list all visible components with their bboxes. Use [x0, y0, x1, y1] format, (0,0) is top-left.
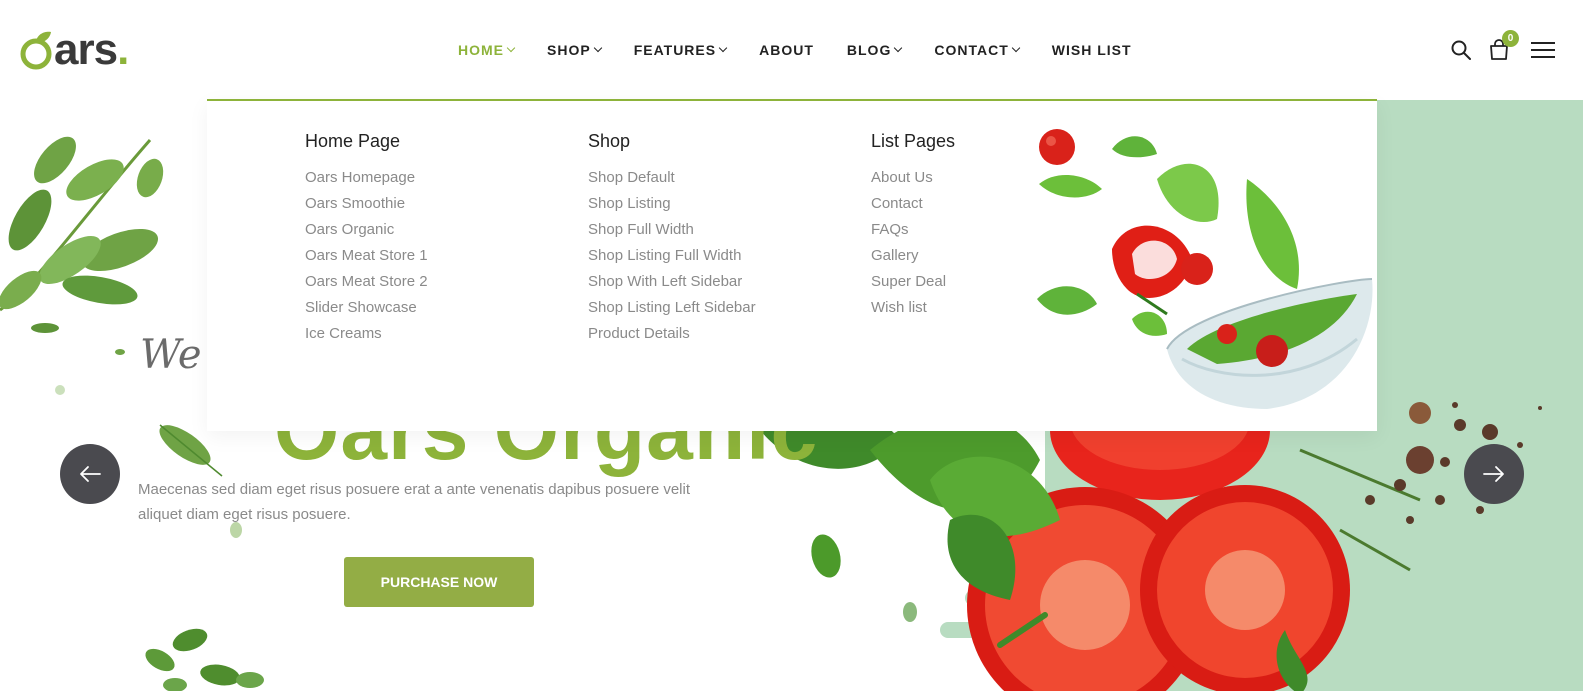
mega-col-home-page: Home Page Oars Homepage Oars Smoothie Oa…: [305, 131, 428, 347]
hamburger-menu-icon[interactable]: [1531, 38, 1555, 62]
logo[interactable]: ars.: [20, 25, 129, 74]
arrow-left-icon: [80, 466, 101, 482]
slider-prev-button[interactable]: [60, 444, 120, 504]
search-icon[interactable]: [1449, 38, 1473, 62]
mega-col-title: Shop: [588, 131, 631, 151]
mega-col-shop: Shop Shop Default Shop Listing Shop Full…: [588, 131, 756, 347]
mega-link[interactable]: Ice Creams: [305, 321, 428, 347]
chevron-down-icon: [506, 43, 516, 53]
decorative-bar: [1005, 672, 1057, 688]
mega-link[interactable]: Oars Homepage: [305, 165, 428, 191]
mega-col-list-pages: List Pages About Us Contact FAQs Gallery…: [871, 131, 955, 321]
nav-label: ABOUT: [759, 42, 814, 58]
nav-label: FEATURES: [633, 42, 717, 58]
mega-link[interactable]: Oars Meat Store 1: [305, 243, 428, 269]
logo-leaf-o-icon: [20, 31, 52, 70]
chevron-down-icon: [894, 43, 903, 53]
mega-link[interactable]: About Us: [871, 165, 955, 191]
mega-link[interactable]: FAQs: [871, 217, 955, 243]
nav-item-wish-list[interactable]: WISH LIST: [1052, 42, 1132, 58]
mega-link[interactable]: Slider Showcase: [305, 295, 428, 321]
nav-item-home[interactable]: HOME: [458, 42, 516, 58]
mega-col-title: Home Page: [305, 131, 401, 151]
logo-word: ars: [54, 25, 118, 74]
mega-link[interactable]: Oars Organic: [305, 217, 428, 243]
mega-col-title: List Pages: [871, 131, 956, 151]
mega-link[interactable]: Oars Meat Store 2: [305, 269, 428, 295]
mega-link[interactable]: Contact: [871, 191, 955, 217]
salad-bowl-image: [1037, 129, 1373, 409]
mega-link[interactable]: Shop With Left Sidebar: [588, 269, 756, 295]
hero-script-text: We: [140, 332, 202, 378]
leaf-image: [811, 534, 841, 578]
nav-item-about[interactable]: ABOUT: [759, 42, 814, 58]
slider-next-button[interactable]: [1464, 444, 1524, 504]
header-actions: 0: [1435, 30, 1555, 66]
chevron-down-icon: [593, 43, 602, 53]
mega-link[interactable]: Shop Listing Left Sidebar: [588, 295, 756, 321]
purchase-now-button[interactable]: PURCHASE NOW: [344, 557, 534, 607]
mega-link[interactable]: Shop Full Width: [588, 217, 756, 243]
mega-link[interactable]: Shop Default: [588, 165, 756, 191]
nav-item-shop[interactable]: SHOP: [547, 42, 602, 58]
site-header: ars. HOME SHOP FEATURES ABOUT BLOG CONTA…: [0, 0, 1583, 100]
nav-item-features[interactable]: FEATURES: [633, 42, 728, 58]
nav-label: CONTACT: [934, 42, 1009, 58]
mega-link[interactable]: Gallery: [871, 243, 955, 269]
oregano-image: [145, 628, 264, 691]
cart-count-badge: 0: [1502, 30, 1519, 47]
nav-label: WISH LIST: [1051, 42, 1132, 58]
logo-dot: .: [117, 25, 129, 74]
arrow-right-icon: [1483, 466, 1504, 482]
mega-link[interactable]: Shop Listing Full Width: [588, 243, 756, 269]
cart-icon[interactable]: 0: [1487, 30, 1519, 62]
hero-description: Maecenas sed diam eget risus posuere era…: [138, 481, 691, 523]
nav-item-contact[interactable]: CONTACT: [934, 42, 1020, 58]
decorative-bar: [940, 622, 1060, 638]
main-nav: HOME SHOP FEATURES ABOUT BLOG CONTACT WI…: [458, 38, 1165, 62]
mega-link[interactable]: Product Details: [588, 321, 756, 347]
nav-label: HOME: [458, 42, 504, 58]
mega-link[interactable]: Oars Smoothie: [305, 191, 428, 217]
home-mega-menu: Home Page Oars Homepage Oars Smoothie Oa…: [207, 99, 1377, 431]
nav-label: BLOG: [846, 42, 892, 58]
mega-link[interactable]: Wish list: [871, 295, 955, 321]
decorative-bar: [965, 590, 1055, 606]
logo-text: ars.: [54, 25, 129, 74]
nav-item-blog[interactable]: BLOG: [846, 42, 903, 58]
chevron-down-icon: [718, 43, 728, 53]
mega-link[interactable]: Super Deal: [871, 269, 955, 295]
chevron-down-icon: [1011, 43, 1020, 53]
mega-link[interactable]: Shop Listing: [588, 191, 756, 217]
decorative-bar: [998, 654, 1068, 670]
nav-label: SHOP: [547, 42, 591, 58]
